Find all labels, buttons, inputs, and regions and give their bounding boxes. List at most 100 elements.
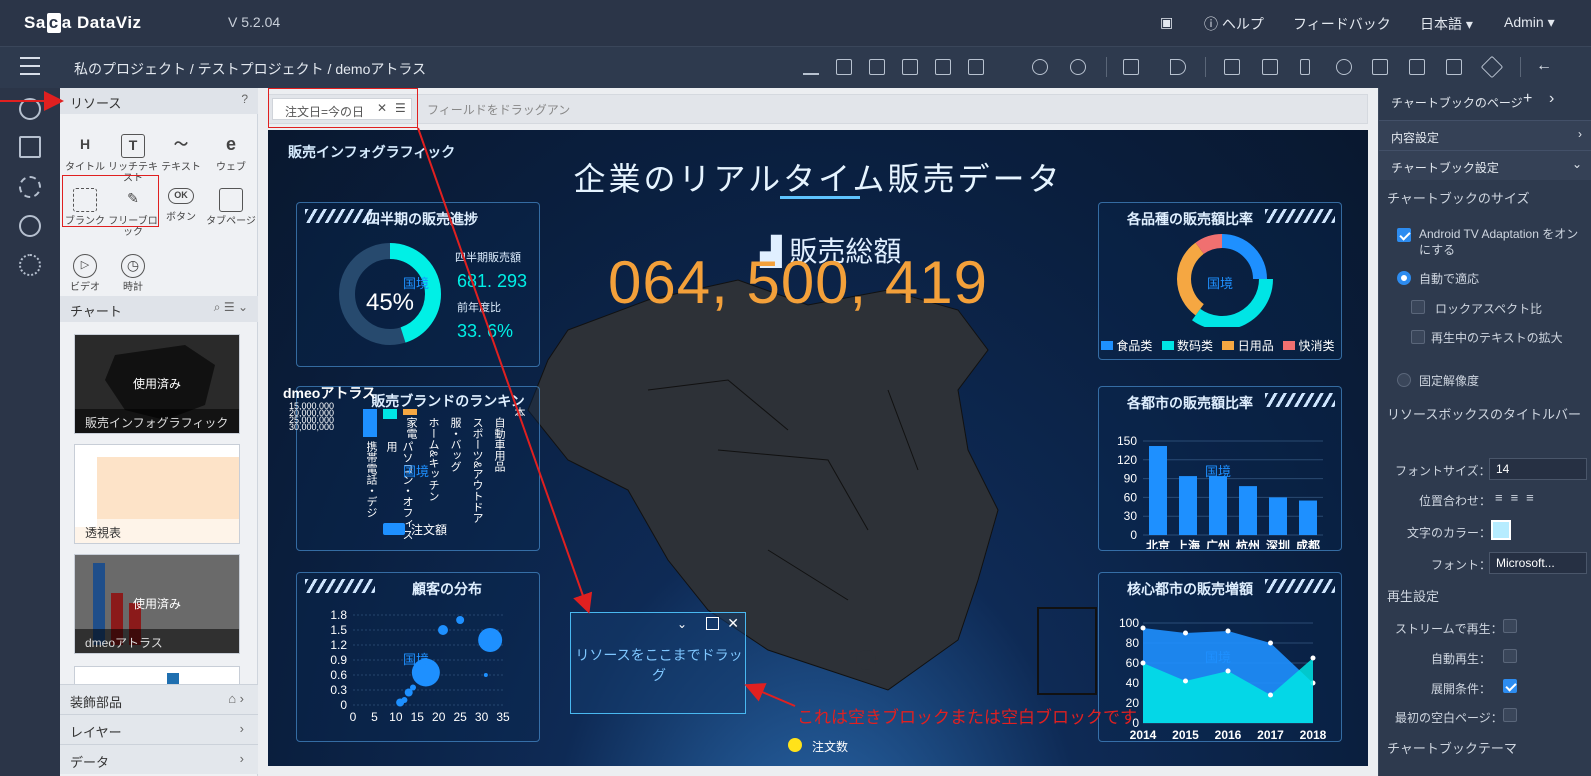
section-decoration[interactable]: 装飾部品 ⌂ ›	[60, 684, 258, 714]
chevron-down-icon[interactable]: ⌄	[677, 617, 687, 631]
font-size-input[interactable]: 14	[1489, 458, 1587, 480]
right-panel: チャートブックのページ + › 内容設定 › チャートブック設定 ⌄ チャートブック…	[1378, 88, 1591, 776]
y-tick: 60	[1126, 656, 1140, 670]
stream-play-checkbox[interactable]	[1503, 619, 1517, 633]
android-tv-checkbox[interactable]	[1397, 228, 1411, 242]
app-root: Sa c a DataViz V 5.2.04 ▣ ⓘ ヘルプ フィードバック 日本…	[0, 0, 1591, 776]
undo-icon[interactable]	[1032, 59, 1048, 75]
pie-slice-2	[1177, 242, 1205, 316]
help-link[interactable]: ⓘ ヘルプ	[1204, 14, 1264, 34]
total-value: 064, 500, 419	[608, 249, 989, 316]
check-icon[interactable]	[706, 617, 719, 630]
x-tick: 2017	[1257, 728, 1284, 741]
pdf-icon[interactable]	[1409, 59, 1425, 75]
first-blank-checkbox[interactable]	[1503, 708, 1517, 722]
align-top-icon[interactable]	[803, 59, 819, 75]
widget-text[interactable]: 〜テキスト	[156, 134, 206, 173]
play-circle-icon[interactable]	[19, 215, 41, 237]
lock-aspect-checkbox[interactable]	[1411, 300, 1425, 314]
close-icon[interactable]: ✕	[727, 615, 739, 632]
content-settings[interactable]: 内容設定 ›	[1379, 120, 1591, 150]
page-icon[interactable]	[1224, 59, 1240, 75]
point-北京	[1183, 630, 1188, 636]
thumb-pivot[interactable]: 透視表	[74, 444, 240, 544]
brand-card[interactable]: 販売ブランドのランキン dmeoアトラス 15,000,000 20,000,00…	[283, 385, 540, 551]
widget-title[interactable]: H タイトル	[60, 134, 110, 173]
widget-clock[interactable]: ◷ 時計	[108, 254, 158, 293]
widget-tab-page[interactable]: タブページ	[206, 188, 256, 227]
point-上海	[1183, 678, 1188, 684]
point-上海	[1225, 668, 1231, 674]
screen-icon[interactable]	[19, 136, 41, 158]
user-menu[interactable]: Admin ▾	[1504, 14, 1555, 31]
distribute-h-icon[interactable]	[935, 59, 951, 75]
align-bottom-icon[interactable]	[836, 59, 852, 75]
chevron-right-icon[interactable]: ›	[1549, 90, 1554, 108]
y-tick: 100	[1119, 616, 1139, 630]
menu-icon[interactable]	[20, 57, 40, 75]
y-tick: 0.6	[330, 668, 347, 682]
search-icon[interactable]: ⌕ ☰ ⌄	[214, 300, 248, 315]
feedback-link[interactable]: フィードバック	[1293, 14, 1391, 34]
back-icon[interactable]: ←	[1536, 57, 1552, 75]
link-icon[interactable]	[1336, 59, 1352, 75]
drag-field-hint: フィールドをドラッグアン	[427, 103, 571, 117]
fixed-res-radio[interactable]	[1397, 373, 1411, 387]
x-tick: 15	[411, 710, 425, 721]
language-select[interactable]: 日本語 ▾	[1420, 14, 1473, 34]
y-tick: 80	[1126, 636, 1140, 650]
font-select[interactable]: Microsoft...	[1489, 552, 1587, 574]
city-bar-chart: 0 30 60 90 120 150 北京 上海 广州 杭州 深圳 成都	[1117, 434, 1323, 549]
mobile-icon[interactable]	[1300, 59, 1310, 75]
tag-icon[interactable]	[1480, 55, 1504, 79]
help-icon[interactable]: ?	[241, 92, 248, 106]
app-version: V 5.2.04	[228, 14, 281, 30]
gear-icon[interactable]	[19, 254, 41, 276]
redo-icon[interactable]	[1070, 59, 1086, 75]
expand-checkbox[interactable]	[1503, 679, 1517, 693]
loading-icon[interactable]	[19, 176, 41, 198]
bar-北京	[1149, 446, 1167, 535]
play-icon[interactable]	[1170, 59, 1186, 75]
quarter-region: 国境	[403, 276, 430, 291]
blank-block[interactable]: ⌄ ✕ リソースをここまでドラッグ	[570, 612, 746, 714]
align-icons[interactable]: ≡≡≡	[1495, 490, 1542, 505]
user-icon[interactable]	[19, 98, 41, 120]
widget-video[interactable]: ▷ ビデオ	[60, 254, 110, 293]
add-icon[interactable]: +	[1523, 90, 1532, 108]
city-ratio-card[interactable]: 各都市の販売額比率 0 30 60 90 120 150 北京 上海 广州 杭州 深圳 成都 国境	[1098, 386, 1342, 551]
section-data[interactable]: データ ›	[60, 744, 258, 774]
app-logo[interactable]: Sa c a DataViz	[24, 13, 142, 33]
distribute-v-icon[interactable]	[968, 59, 984, 75]
customer-scatter: 00.30.60.91.21.51.80 5 10 15 20 25 30 35	[330, 609, 510, 721]
quarter-card[interactable]: 四半期の販売進捗 45% 国境 四半期販売額 681. 293 前年度比 33.…	[296, 202, 540, 367]
x-tick: 2016	[1215, 728, 1242, 741]
edit-icon[interactable]: ▣	[1160, 14, 1173, 31]
legend-swatch	[383, 523, 405, 535]
customer-card[interactable]: 顧客の分布 0 0.3 0.6 0.9 1.2 1.5 1.8 0 5 10 15 20 25 30 35 …	[296, 572, 540, 742]
widget-button[interactable]: OK ボタン	[156, 188, 206, 223]
enlarge-text-checkbox[interactable]	[1411, 330, 1425, 344]
align-left-icon[interactable]	[869, 59, 885, 75]
category-card[interactable]: 各品種の販売額比率 国境 食品类 数码类 日用品 快消类	[1098, 202, 1342, 360]
widget-web[interactable]: e ウェブ	[206, 134, 256, 173]
x-tick: 广州	[1206, 538, 1230, 549]
x-tick: 杭州	[1236, 538, 1260, 549]
card-icon[interactable]	[1262, 59, 1278, 75]
thumb-infographic[interactable]: 使用済み 販売インフォグラフィック	[74, 334, 240, 434]
chartbook-settings[interactable]: チャートブック設定 ⌄	[1379, 150, 1591, 180]
excel-icon[interactable]	[1372, 59, 1388, 75]
thumb-atlas[interactable]: 使用済み dmeoアトラス	[74, 554, 240, 654]
bar-广州	[1209, 476, 1227, 535]
section-layer[interactable]: レイヤー ›	[60, 714, 258, 744]
thumb-more[interactable]	[74, 666, 240, 686]
quarter-value: 681. 293	[457, 271, 528, 291]
auto-fit-radio[interactable]	[1397, 271, 1411, 285]
y-tick: 60	[1124, 490, 1138, 504]
image-icon[interactable]	[1446, 59, 1462, 75]
save-icon[interactable]	[1123, 59, 1139, 75]
x-tick: 0	[350, 710, 357, 721]
align-right-icon[interactable]	[902, 59, 918, 75]
auto-play-checkbox[interactable]	[1503, 649, 1517, 663]
text-color-swatch[interactable]	[1491, 520, 1511, 540]
